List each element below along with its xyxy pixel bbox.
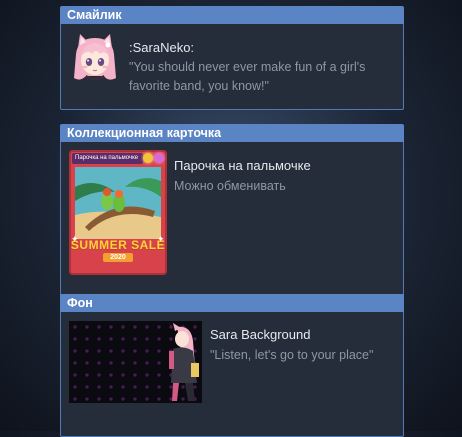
card-name: Парочка на пальмочке bbox=[174, 158, 311, 173]
sara-background-illustration bbox=[69, 321, 202, 403]
background-panel-header: Фон bbox=[60, 294, 404, 312]
emoticon-code: :SaraNeko: bbox=[129, 40, 195, 55]
background-quote: "Listen, let's go to your place" bbox=[210, 348, 374, 362]
card-sale-banner: SUMMER SALE bbox=[70, 238, 166, 252]
emoticon-panel-body: :SaraNeko: "You should never ever make f… bbox=[60, 24, 404, 110]
card-tag-label: Парочка на пальмочке bbox=[72, 153, 143, 164]
card-orb-icon bbox=[143, 153, 153, 163]
parrots-on-palm-illustration bbox=[75, 167, 161, 239]
sparkle-icon: ✦ bbox=[157, 234, 165, 244]
emoticon-quote: "You should never ever make fun of a gir… bbox=[129, 60, 366, 93]
emoticon-panel-header: Смайлик bbox=[60, 6, 404, 24]
sparkle-icon: ✦ bbox=[71, 234, 79, 244]
background-panel: Фон Sara Background "Listen, let's go to… bbox=[60, 294, 404, 437]
background-preview-image bbox=[69, 321, 202, 403]
trading-card-panel: Коллекционная карточка Парочка на пальмо… bbox=[60, 124, 404, 298]
emoticon-panel: Смайлик:SaraNeko: "You should never eve… bbox=[60, 6, 404, 110]
background-name: Sara Background bbox=[210, 327, 311, 342]
sara-neko-emoticon-image bbox=[74, 34, 116, 81]
trading-card-image: Парочка на пальмочке SUMMER SALE 2020 ✦ … bbox=[69, 150, 167, 275]
card-tradable-status: Можно обменивать bbox=[174, 179, 286, 193]
card-orb-icon bbox=[154, 153, 164, 163]
card-year-label: 2020 bbox=[103, 253, 133, 262]
trading-card-panel-body: Парочка на пальмочке SUMMER SALE 2020 ✦ … bbox=[60, 142, 404, 298]
background-panel-body: Sara Background "Listen, let's go to you… bbox=[60, 312, 404, 437]
trading-card-panel-header: Коллекционная карточка bbox=[60, 124, 404, 142]
